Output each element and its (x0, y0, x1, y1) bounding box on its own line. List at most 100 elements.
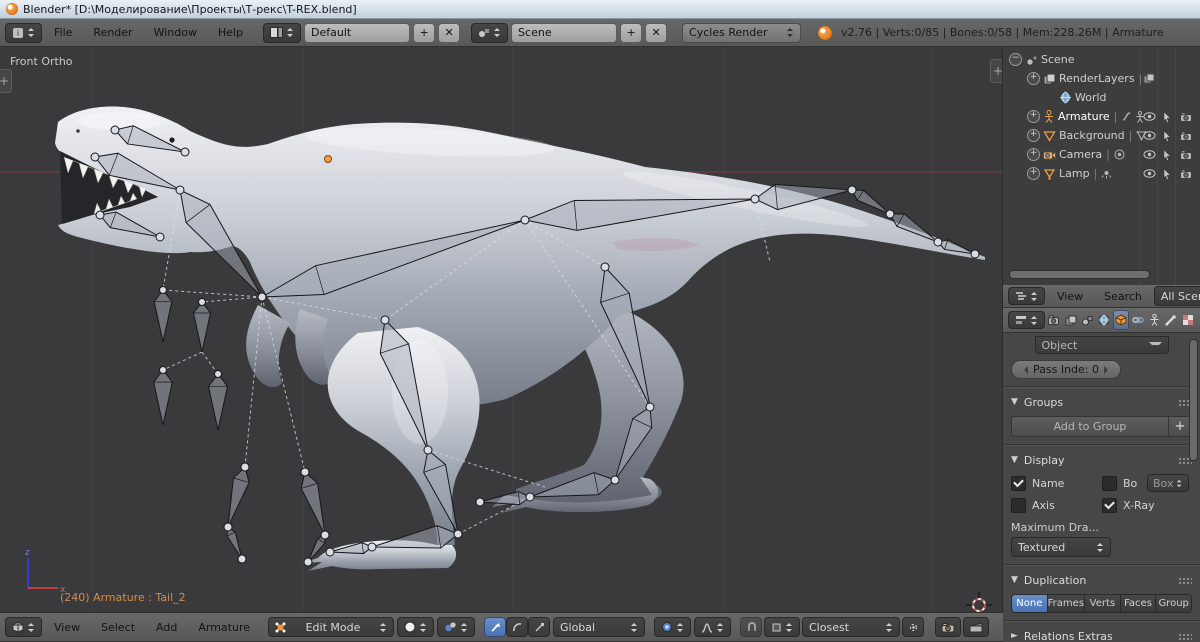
render-engine-select[interactable]: Cycles Render (682, 23, 801, 43)
context-object-dropdown[interactable]: Object (1035, 336, 1169, 354)
expand-icon[interactable]: + (1027, 110, 1040, 123)
pivot-point-select[interactable] (437, 617, 475, 637)
bounds-type-select[interactable]: Box (1147, 474, 1189, 492)
editor-type-selector[interactable]: i (5, 23, 42, 43)
expand-icon[interactable]: + (1027, 129, 1040, 142)
decrement-arrow-icon[interactable] (1020, 366, 1028, 374)
transform-orientation-select[interactable]: Global (553, 617, 645, 637)
properties-editor-type-selector[interactable] (1008, 311, 1045, 329)
menu-help[interactable]: Help (209, 26, 252, 39)
tab-scene[interactable] (1080, 311, 1094, 329)
manipulator-rotate-button[interactable] (506, 617, 528, 637)
snap-target-select[interactable]: Closest (802, 617, 900, 637)
option-group[interactable]: Group (1156, 595, 1191, 612)
tab-world[interactable] (1096, 311, 1110, 329)
outliner-horizontal-scrollbar[interactable] (1009, 270, 1150, 279)
panel-duplication-header[interactable]: ▼Duplication (1011, 572, 1192, 588)
visibility-eye-icon[interactable] (1143, 131, 1156, 140)
outliner-row-background[interactable]: + Background | (1003, 126, 1200, 145)
screen-layout-name[interactable]: Default (304, 23, 410, 43)
menu-armature[interactable]: Armature (189, 621, 259, 634)
snap-peel-button[interactable] (902, 617, 924, 637)
panel-groups-header[interactable]: ▼Groups (1011, 394, 1192, 410)
pivot-center-select[interactable] (654, 617, 691, 637)
selectability-cursor-icon[interactable] (1162, 149, 1172, 161)
viewport-shading-select[interactable] (397, 617, 434, 637)
add-to-group-button[interactable]: Add to Group (1011, 416, 1169, 437)
selectability-cursor-icon[interactable] (1162, 130, 1172, 142)
menu-window[interactable]: Window (145, 26, 206, 39)
collapse-icon[interactable]: − (1009, 53, 1022, 66)
menu-add[interactable]: Add (147, 621, 186, 634)
opengl-render-anim-button[interactable] (963, 617, 989, 637)
outliner-row-renderlayers[interactable]: + RenderLayers | (1003, 69, 1200, 88)
tab-constraints[interactable] (1131, 311, 1145, 329)
option-faces[interactable]: Faces (1121, 595, 1157, 612)
screen-layout-icon-button[interactable] (263, 23, 301, 43)
expand-icon[interactable]: + (1027, 167, 1040, 180)
tab-render[interactable] (1047, 311, 1061, 329)
outliner-row-armature[interactable]: + Armature | (1003, 107, 1200, 126)
menu-view[interactable]: View (45, 621, 89, 634)
toolbar-expand-tab[interactable]: + (0, 69, 12, 93)
menu-outliner-search[interactable]: Search (1095, 290, 1151, 303)
selectability-cursor-icon[interactable] (1162, 168, 1172, 180)
renderability-camera-icon[interactable] (1180, 169, 1193, 179)
scene-name-field[interactable]: Scene (511, 23, 617, 43)
option-none[interactable]: None (1012, 595, 1048, 612)
layout-add-button[interactable]: + (413, 23, 435, 43)
lamp-data-icon[interactable] (1101, 168, 1112, 179)
option-verts[interactable]: Verts (1085, 595, 1121, 612)
checkbox-bounds[interactable] (1102, 476, 1117, 491)
checkbox-xray[interactable] (1102, 498, 1117, 513)
outliner-filter-select[interactable]: All Scenes (1154, 286, 1200, 306)
draw-type-select[interactable]: Textured (1011, 537, 1111, 557)
tab-object[interactable] (1113, 310, 1129, 330)
mode-select[interactable]: Edit Mode (268, 617, 394, 637)
viewport-editor-type-selector[interactable] (5, 617, 42, 637)
layout-close-button[interactable]: ✕ (438, 23, 460, 43)
pass-index-slider[interactable]: Pass Inde: 0 (1011, 360, 1121, 379)
outliner[interactable]: − Scene + RenderLayers | World + Armatur… (1003, 47, 1200, 285)
outliner-row-world[interactable]: World (1003, 88, 1200, 107)
scene-close-button[interactable]: ✕ (645, 23, 667, 43)
panel-display-header[interactable]: ▼Display (1011, 452, 1192, 468)
opengl-render-button[interactable] (935, 617, 961, 637)
3d-viewport[interactable]: Front Ortho + + (240) Armature : Tail_2 … (0, 47, 1003, 612)
increment-arrow-icon[interactable] (1104, 366, 1112, 374)
option-frames[interactable]: Frames (1048, 595, 1085, 612)
checkbox-name[interactable] (1011, 476, 1026, 491)
menu-outliner-view[interactable]: View (1048, 290, 1092, 303)
scene-add-button[interactable]: + (620, 23, 642, 43)
snap-toggle-button[interactable] (740, 617, 762, 637)
visibility-eye-icon[interactable] (1143, 112, 1156, 121)
pose-icon[interactable] (1121, 111, 1132, 122)
renderlayer-data-icon[interactable] (1143, 73, 1155, 85)
proportional-edit-select[interactable] (694, 617, 731, 637)
expand-icon[interactable]: + (1027, 72, 1040, 85)
outliner-row-scene[interactable]: − Scene (1003, 50, 1200, 69)
properties-scrollbar[interactable] (1189, 339, 1198, 461)
snap-element-select[interactable] (764, 617, 800, 637)
menu-render[interactable]: Render (84, 26, 141, 39)
sidebar-expand-tab[interactable]: + (990, 59, 1003, 83)
manipulator-translate-button[interactable] (484, 617, 506, 637)
visibility-eye-icon[interactable] (1143, 169, 1156, 178)
outliner-row-camera[interactable]: + Camera | (1003, 145, 1200, 164)
renderability-camera-icon[interactable] (1180, 131, 1193, 141)
tab-material[interactable] (1181, 311, 1195, 329)
panel-grip-icon[interactable] (1178, 577, 1192, 584)
visibility-eye-icon[interactable] (1143, 150, 1156, 159)
renderability-camera-icon[interactable] (1180, 150, 1193, 160)
panel-grip-icon[interactable] (1178, 633, 1192, 640)
selectability-cursor-icon[interactable] (1162, 111, 1172, 123)
manipulator-scale-button[interactable] (528, 617, 550, 637)
menu-file[interactable]: File (45, 26, 81, 39)
expand-icon[interactable]: + (1027, 148, 1040, 161)
tab-bone[interactable] (1164, 311, 1178, 329)
outliner-editor-type-selector[interactable] (1008, 287, 1045, 305)
scene-selector-icon-button[interactable] (471, 23, 508, 43)
camera-data-icon[interactable] (1114, 149, 1125, 160)
tab-object-data[interactable] (1148, 311, 1162, 329)
menu-select[interactable]: Select (92, 621, 144, 634)
